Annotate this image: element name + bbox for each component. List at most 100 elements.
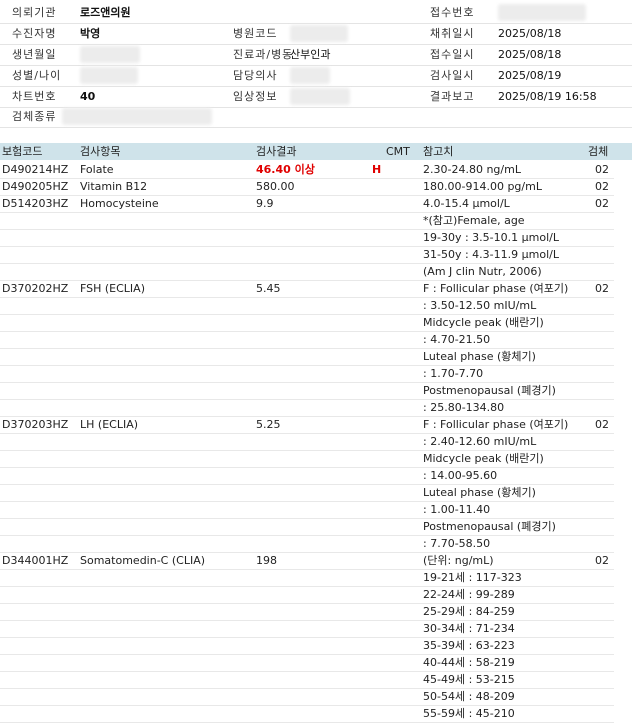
redacted-field	[80, 46, 140, 63]
cell-specimen: 02	[595, 180, 609, 193]
cell-reference: : 1.70-7.70	[423, 367, 484, 380]
redacted-field	[62, 108, 212, 125]
redacted-field	[80, 67, 138, 84]
cell-reference: : 25.80-134.80	[423, 401, 505, 414]
table-row: 55-59세 : 45-210	[0, 705, 614, 723]
header-label: 결과보고	[430, 90, 475, 103]
header-row: 생년월일 진료과/병동 산부인과 접수일시 2025/08/18	[0, 44, 632, 66]
table-row: D490205HZ Vitamin B12 580.00 180.00-914.00 …	[0, 178, 614, 196]
header-label: 임상정보	[233, 90, 278, 103]
cell-reference: 25-29세 : 84-259	[423, 605, 515, 618]
cell-reference: 55-59세 : 45-210	[423, 707, 515, 720]
cell-item: FSH (ECLIA)	[80, 282, 145, 295]
cell-specimen: 02	[595, 197, 609, 210]
header-label: 담당의사	[233, 69, 278, 82]
cell-reference: Postmenopausal (폐경기)	[423, 520, 556, 533]
header-value: 2025/08/18	[498, 48, 562, 61]
table-row: Luteal phase (황체기)	[0, 484, 614, 502]
table-row: 50-54세 : 48-209	[0, 688, 614, 706]
table-row: D370202HZ FSH (ECLIA) 5.45 F : Follicular p…	[0, 280, 614, 298]
cell-item: LH (ECLIA)	[80, 418, 139, 431]
table-row: 45-49세 : 53-215	[0, 671, 614, 689]
header-row: 수진자명 박영 병원코드 채취일시 2025/08/18	[0, 23, 632, 45]
table-row: D344001HZ Somatomedin-C (CLIA) 198 (단위: ng/…	[0, 552, 614, 570]
col-item-header: 검사항목	[80, 145, 121, 158]
table-row: : 3.50-12.50 mIU/mL	[0, 297, 614, 315]
cell-code: D514203HZ	[2, 197, 69, 210]
cell-specimen: 02	[595, 163, 609, 176]
cell-reference: 40-44세 : 58-219	[423, 656, 515, 669]
table-row: 19-21세 : 117-323	[0, 569, 614, 587]
table-row: : 14.00-95.60	[0, 467, 614, 485]
cell-reference: : 3.50-12.50 mIU/mL	[423, 299, 537, 312]
table-row: : 25.80-134.80	[0, 399, 614, 417]
cell-reference: F : Follicular phase (여포기)	[423, 282, 569, 295]
cell-item: Folate	[80, 163, 114, 176]
col-cmt-header: CMT	[386, 145, 410, 158]
cell-specimen: 02	[595, 282, 609, 295]
header-value: 박영	[80, 27, 101, 40]
cell-reference: 22-24세 : 99-289	[423, 588, 515, 601]
header-label: 수진자명	[12, 27, 57, 40]
redacted-field	[290, 25, 348, 42]
table-row: Postmenopausal (폐경기)	[0, 518, 614, 536]
cell-reference: F : Follicular phase (여포기)	[423, 418, 569, 431]
header-value: 40	[80, 90, 96, 103]
header-label: 생년월일	[12, 48, 57, 61]
header-row: 의뢰기관 로즈앤의원 접수번호	[0, 2, 632, 24]
table-row: 35-39세 : 63-223	[0, 637, 614, 655]
cell-reference: (단위: ng/mL)	[423, 554, 494, 567]
table-row: 22-24세 : 99-289	[0, 586, 614, 604]
table-row: : 1.70-7.70	[0, 365, 614, 383]
table-row: Midcycle peak (배란기)	[0, 314, 614, 332]
cell-result: 5.25	[256, 418, 281, 431]
table-row: : 1.00-11.40	[0, 501, 614, 519]
cell-reference: 35-39세 : 63-223	[423, 639, 515, 652]
cell-code: D490205HZ	[2, 180, 69, 193]
header-label: 접수번호	[430, 6, 475, 19]
header-label: 의뢰기관	[12, 6, 57, 19]
header-label: 성별/나이	[12, 69, 62, 82]
cell-result: 46.40 이상	[256, 163, 315, 176]
table-row: D514203HZ Homocysteine 9.9 4.0-15.4 μmol/L 0…	[0, 195, 614, 213]
col-result-header: 검사결과	[256, 145, 297, 158]
cell-reference: : 14.00-95.60	[423, 469, 498, 482]
header-value: 2025/08/19	[498, 69, 562, 82]
cell-reference: 30-34세 : 71-234	[423, 622, 515, 635]
header-value: 2025/08/18	[498, 27, 562, 40]
header-label: 검사일시	[430, 69, 475, 82]
table-row: (Am J clin Nutr, 2006)	[0, 263, 614, 281]
cell-reference: 180.00-914.00 pg/mL	[423, 180, 542, 193]
col-ref-header: 참고치	[423, 145, 454, 158]
header-row: 차트번호 40 임상정보 결과보고 2025/08/19 16:58	[0, 86, 632, 108]
cell-code: D370203HZ	[2, 418, 69, 431]
header-row: 검체종류	[0, 106, 632, 128]
cell-item: Somatomedin-C (CLIA)	[80, 554, 206, 567]
cell-result: 580.00	[256, 180, 295, 193]
cell-reference: (Am J clin Nutr, 2006)	[423, 265, 542, 278]
cell-code: D490214HZ	[2, 163, 69, 176]
cell-result: 198	[256, 554, 277, 567]
cell-reference: Midcycle peak (배란기)	[423, 316, 544, 329]
table-row: Luteal phase (황체기)	[0, 348, 614, 366]
table-row: D490214HZ Folate 46.40 이상 H 2.30-24.80 ng/mL…	[0, 161, 614, 179]
cell-code: D370202HZ	[2, 282, 69, 295]
redacted-field	[498, 4, 586, 21]
header-label: 차트번호	[12, 90, 57, 103]
table-row: 25-29세 : 84-259	[0, 603, 614, 621]
table-row: *(참고)Female, age	[0, 212, 614, 230]
cell-reference: : 7.70-58.50	[423, 537, 491, 550]
header-label: 검체종류	[12, 110, 57, 123]
header-label: 병원코드	[233, 27, 278, 40]
col-code-header: 보험코드	[2, 145, 43, 158]
table-row: D370203HZ LH (ECLIA) 5.25 F : Follicular ph…	[0, 416, 614, 434]
cell-result: 9.9	[256, 197, 274, 210]
cell-reference: 50-54세 : 48-209	[423, 690, 515, 703]
table-row: 40-44세 : 58-219	[0, 654, 614, 672]
table-row: : 2.40-12.60 mIU/mL	[0, 433, 614, 451]
redacted-field	[290, 67, 330, 84]
redacted-field	[290, 88, 350, 105]
cell-reference: Luteal phase (황체기)	[423, 350, 536, 363]
cell-reference: 19-21세 : 117-323	[423, 571, 522, 584]
header-value: 2025/08/19 16:58	[498, 90, 597, 103]
